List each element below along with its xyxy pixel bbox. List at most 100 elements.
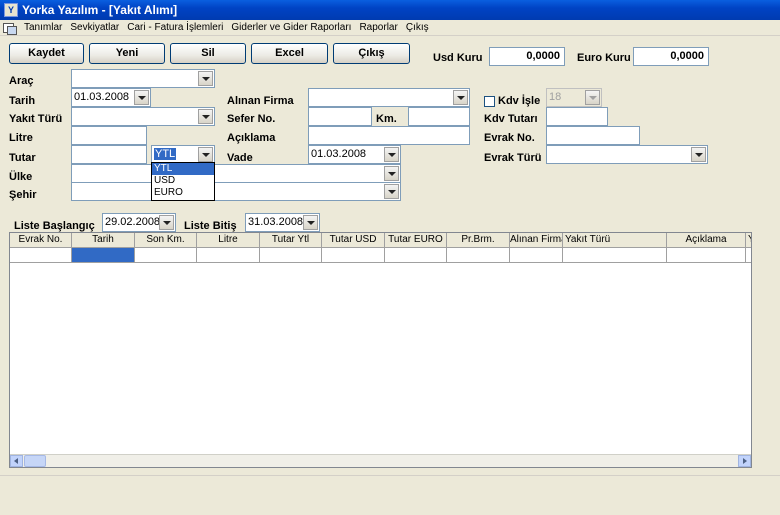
aciklama-label: Açıklama — [227, 132, 276, 144]
scroll-left-icon[interactable] — [10, 455, 23, 467]
litre-label: Litre — [9, 132, 33, 144]
table-cell[interactable] — [197, 248, 260, 263]
column-header-pr-brm[interactable]: Pr.Brm. — [447, 233, 510, 248]
euro-rate-label: Euro Kuru — [577, 52, 631, 64]
chevron-down-icon[interactable] — [198, 71, 213, 86]
fuel-purchase-table[interactable]: Evrak No. Tarih Son Km. Litre Tutar Ytl … — [9, 232, 752, 468]
euro-rate-input[interactable]: 0,0000 — [633, 47, 709, 66]
menu-sevkiyatlar[interactable]: Sevkiyatlar — [66, 22, 123, 33]
ulke-label: Ülke — [9, 171, 33, 183]
currency-value: YTL — [154, 148, 177, 160]
yakit-turu-select[interactable] — [71, 107, 215, 126]
menu-tanimlar[interactable]: Tanımlar — [20, 22, 66, 33]
title-bar: Y Yorka Yazılım - [Yakıt Alımı] — [0, 0, 780, 20]
menu-cari-fatura[interactable]: Cari - Fatura İşlemleri — [123, 22, 227, 33]
table-cell[interactable] — [260, 248, 322, 263]
column-header-yakit-turu[interactable]: Yakıt Türü — [563, 233, 667, 248]
save-button[interactable]: Kaydet — [9, 43, 84, 64]
list-end-date-picker[interactable]: 31.03.2008 — [245, 213, 320, 232]
evrak-no-label: Evrak No. — [484, 132, 535, 144]
divider — [0, 475, 780, 476]
chevron-down-icon[interactable] — [384, 147, 399, 162]
column-header-tutar-ytl[interactable]: Tutar Ytl — [260, 233, 322, 248]
chevron-down-icon[interactable] — [159, 215, 174, 230]
table-cell[interactable] — [385, 248, 447, 263]
kdv-tutari-input[interactable] — [546, 107, 608, 126]
kdv-isle-checkbox[interactable] — [484, 96, 495, 107]
new-button[interactable]: Yeni — [89, 43, 165, 64]
tutar-input[interactable] — [71, 145, 147, 164]
horizontal-scrollbar[interactable] — [10, 454, 751, 467]
list-end-label: Liste Bitiş — [184, 220, 237, 232]
column-header-litre[interactable]: Litre — [197, 233, 260, 248]
table-cell[interactable] — [510, 248, 563, 263]
arac-select[interactable] — [71, 69, 215, 88]
menu-cikis[interactable]: Çıkış — [402, 22, 433, 33]
currency-option-euro[interactable]: EURO — [152, 187, 214, 199]
scrollbar-thumb[interactable] — [24, 455, 46, 467]
aciklama-input[interactable] — [308, 126, 470, 145]
delete-button[interactable]: Sil — [170, 43, 246, 64]
chevron-down-icon[interactable] — [198, 109, 213, 124]
tarih-date-picker[interactable]: 01.03.2008 — [71, 88, 151, 107]
column-header-y[interactable]: Y — [746, 233, 751, 248]
mdi-window-icon[interactable] — [2, 22, 17, 35]
table-cell[interactable] — [135, 248, 197, 263]
yakit-turu-label: Yakıt Türü — [9, 113, 63, 125]
tarih-label: Tarih — [9, 95, 36, 107]
menu-giderler[interactable]: Giderler ve Gider Raporları — [227, 22, 355, 33]
chevron-down-icon[interactable] — [384, 184, 399, 199]
kdv-isle-label: Kdv İşle — [498, 95, 541, 107]
column-header-evrak-no[interactable]: Evrak No. — [10, 233, 72, 248]
window-title: Yorka Yazılım - [Yakıt Alımı] — [22, 3, 178, 17]
menu-raporlar[interactable]: Raporlar — [355, 22, 401, 33]
scroll-right-icon[interactable] — [738, 455, 751, 467]
list-end-value: 31.03.2008 — [248, 216, 304, 228]
table-cell[interactable] — [10, 248, 72, 263]
table-cell-selected[interactable] — [72, 248, 135, 263]
chevron-down-icon[interactable] — [134, 90, 149, 105]
exit-button[interactable]: Çıkış — [333, 43, 410, 64]
kdv-tutari-label: Kdv Tutarı — [484, 113, 538, 125]
sehir-label: Şehir — [9, 189, 37, 201]
column-header-tarih[interactable]: Tarih — [72, 233, 135, 248]
chevron-down-icon — [585, 90, 600, 105]
list-start-value: 29.02.2008 — [105, 216, 161, 228]
table-cell[interactable] — [563, 248, 667, 263]
chevron-down-icon[interactable] — [691, 147, 706, 162]
usd-rate-input[interactable]: 0,0000 — [489, 47, 565, 66]
sefer-no-input[interactable] — [308, 107, 372, 126]
arac-label: Araç — [9, 75, 34, 87]
table-cell[interactable] — [447, 248, 510, 263]
table-cell[interactable] — [746, 248, 751, 263]
km-input[interactable] — [408, 107, 470, 126]
chevron-down-icon[interactable] — [198, 147, 213, 162]
tarih-value: 01.03.2008 — [74, 91, 130, 103]
column-header-aciklama[interactable]: Açıklama — [667, 233, 746, 248]
excel-button[interactable]: Excel — [251, 43, 328, 64]
vade-date-picker[interactable]: 01.03.2008 — [308, 145, 401, 164]
ulke-select[interactable] — [71, 164, 401, 183]
table-cell[interactable] — [667, 248, 746, 263]
kdv-rate-select[interactable]: 18 — [546, 88, 602, 107]
alinan-firma-select[interactable] — [308, 88, 470, 107]
currency-option-ytl[interactable]: YTL — [152, 163, 214, 175]
evrak-no-input[interactable] — [546, 126, 640, 145]
chevron-down-icon[interactable] — [453, 90, 468, 105]
currency-option-usd[interactable]: USD — [152, 175, 214, 187]
column-header-tutar-euro[interactable]: Tutar EURO — [385, 233, 447, 248]
column-header-alinan-firma[interactable]: Alınan Firma — [510, 233, 563, 248]
sehir-select[interactable] — [71, 182, 401, 201]
chevron-down-icon[interactable] — [384, 166, 399, 181]
column-header-tutar-usd[interactable]: Tutar USD — [322, 233, 385, 248]
alinan-firma-label: Alınan Firma — [227, 95, 294, 107]
evrak-turu-select[interactable] — [546, 145, 708, 164]
chevron-down-icon[interactable] — [303, 215, 318, 230]
table-cell[interactable] — [322, 248, 385, 263]
list-start-date-picker[interactable]: 29.02.2008 — [102, 213, 176, 232]
column-header-son-km[interactable]: Son Km. — [135, 233, 197, 248]
app-icon: Y — [4, 3, 18, 17]
litre-input[interactable] — [71, 126, 147, 145]
vade-value: 01.03.2008 — [311, 148, 367, 160]
sefer-no-label: Sefer No. — [227, 113, 276, 125]
